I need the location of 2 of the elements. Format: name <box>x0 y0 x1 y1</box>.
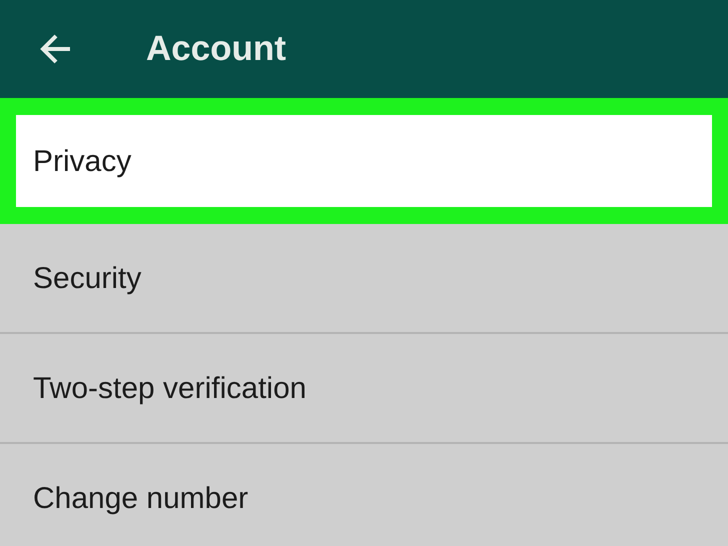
settings-item[interactable]: Privacy <box>0 98 728 224</box>
screen-title: Account <box>146 28 286 70</box>
